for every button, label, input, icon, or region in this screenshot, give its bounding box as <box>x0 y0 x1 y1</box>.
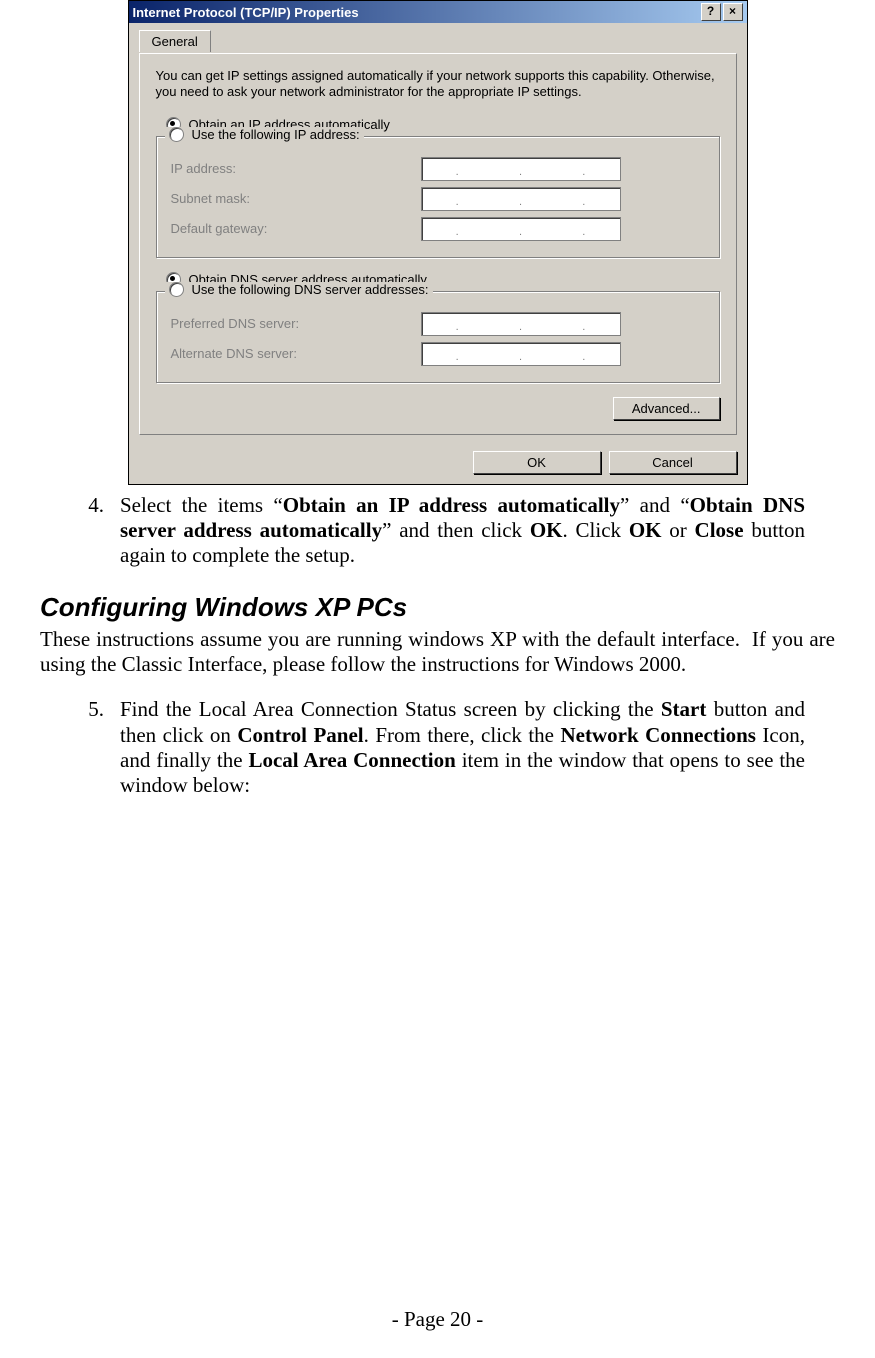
step-5: 5. Find the Local Area Connection Status… <box>80 697 835 798</box>
field-alternate-dns: Alternate DNS server: ... <box>171 342 705 366</box>
page-footer: - Page 20 - <box>0 1307 875 1332</box>
section-heading-xp: Configuring Windows XP PCs <box>40 592 835 623</box>
subnet-mask-input[interactable]: ... <box>421 187 621 211</box>
default-gateway-input[interactable]: ... <box>421 217 621 241</box>
step-4: 4. Select the items “Obtain an IP addres… <box>80 493 835 569</box>
list-number: 5. <box>80 697 104 798</box>
field-label: Preferred DNS server: <box>171 316 421 331</box>
ip-address-input[interactable]: ... <box>421 157 621 181</box>
preferred-dns-input[interactable]: ... <box>421 312 621 336</box>
radio-ip-manual[interactable]: Use the following IP address: <box>165 127 364 142</box>
section-intro-xp: These instructions assume you are runnin… <box>40 627 835 677</box>
field-ip-address: IP address: ... <box>171 157 705 181</box>
radio-icon <box>169 127 184 142</box>
group-dns-manual: Use the following DNS server addresses: … <box>156 291 720 383</box>
advanced-button[interactable]: Advanced... <box>613 397 720 420</box>
dialog-intro-text: You can get IP settings assigned automat… <box>156 68 720 101</box>
document-content: 4. Select the items “Obtain an IP addres… <box>0 493 875 799</box>
tcpip-properties-dialog: Internet Protocol (TCP/IP) Properties ? … <box>128 0 748 485</box>
close-icon[interactable]: × <box>723 3 743 21</box>
help-icon[interactable]: ? <box>701 3 721 21</box>
step-4-text: Select the items “Obtain an IP address a… <box>120 493 805 569</box>
field-default-gateway: Default gateway: ... <box>171 217 705 241</box>
tab-panel-general: You can get IP settings assigned automat… <box>139 53 737 435</box>
field-label: IP address: <box>171 161 421 176</box>
dialog-title: Internet Protocol (TCP/IP) Properties <box>133 5 701 20</box>
field-label: Alternate DNS server: <box>171 346 421 361</box>
advanced-row: Advanced... <box>156 397 720 420</box>
field-label: Subnet mask: <box>171 191 421 206</box>
titlebar-buttons: ? × <box>701 3 743 21</box>
dialog-titlebar[interactable]: Internet Protocol (TCP/IP) Properties ? … <box>129 1 747 23</box>
field-subnet-mask: Subnet mask: ... <box>171 187 705 211</box>
radio-label: Use the following DNS server addresses: <box>192 282 429 297</box>
tabstrip: General <box>139 29 737 53</box>
radio-icon <box>169 282 184 297</box>
field-preferred-dns: Preferred DNS server: ... <box>171 312 705 336</box>
radio-label: Use the following IP address: <box>192 127 360 142</box>
dialog-buttons: OK Cancel <box>129 445 747 484</box>
group-ip-manual: Use the following IP address: IP address… <box>156 136 720 258</box>
alternate-dns-input[interactable]: ... <box>421 342 621 366</box>
tab-general[interactable]: General <box>139 30 211 52</box>
cancel-button[interactable]: Cancel <box>609 451 737 474</box>
ok-button[interactable]: OK <box>473 451 601 474</box>
field-label: Default gateway: <box>171 221 421 236</box>
dialog-body: General You can get IP settings assigned… <box>129 23 747 445</box>
list-number: 4. <box>80 493 104 569</box>
radio-dns-manual[interactable]: Use the following DNS server addresses: <box>165 282 433 297</box>
step-5-text: Find the Local Area Connection Status sc… <box>120 697 805 798</box>
